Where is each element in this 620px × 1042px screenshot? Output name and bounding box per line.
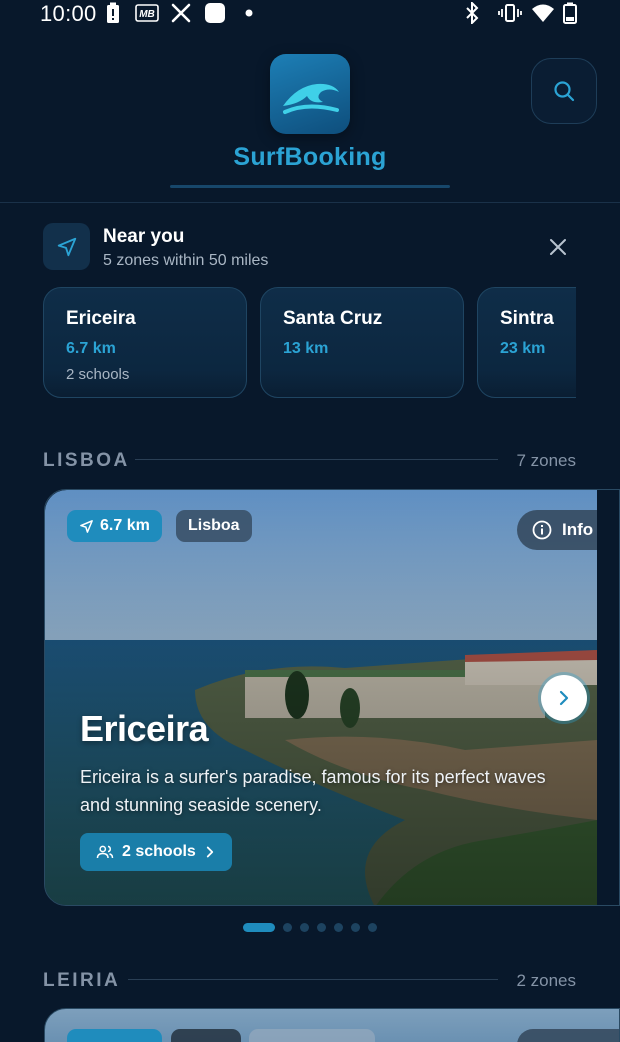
bluetooth-icon xyxy=(463,2,481,24)
zone-schools: 2 schools xyxy=(66,366,130,383)
section-zone-count: 2 zones xyxy=(516,971,576,990)
pagination-dot[interactable] xyxy=(300,922,309,932)
zone-name: Santa Cruz xyxy=(283,308,383,329)
info-label: Info xyxy=(562,520,594,539)
search-icon xyxy=(554,81,575,102)
info-button[interactable] xyxy=(517,1029,619,1042)
section-divider xyxy=(128,979,498,980)
location-arrow-icon xyxy=(43,223,90,270)
status-time: 10:00 xyxy=(40,1,97,26)
zone-distance: 6.7 km xyxy=(66,340,116,357)
zone-distance: 23 km xyxy=(500,340,546,357)
region-label: Lisboa xyxy=(188,517,240,534)
section-title-leiria: LEIRIA xyxy=(43,970,121,991)
nearby-zones-list[interactable]: Ericeira 6.7 km 2 schools Santa Cruz 13 … xyxy=(43,287,576,399)
pagination-dot[interactable] xyxy=(334,922,343,932)
zone-name: Ericeira xyxy=(66,308,136,329)
pagination-dot[interactable] xyxy=(368,922,377,932)
close-near-you-button[interactable] xyxy=(545,234,571,260)
pagination-dot[interactable] xyxy=(317,922,326,932)
zone-name: Sintra xyxy=(500,308,554,329)
app-logo xyxy=(270,54,350,134)
region-card-ericeira[interactable]: 6.7 km Lisboa Info Ericeira Ericeira is … xyxy=(44,489,620,906)
carousel-pagination xyxy=(243,922,377,932)
x-icon xyxy=(170,2,192,24)
distance-badge xyxy=(67,1029,162,1042)
tag-badge xyxy=(249,1029,375,1042)
pagination-dot[interactable] xyxy=(351,922,360,932)
near-you-title: Near you xyxy=(103,226,185,247)
close-icon xyxy=(550,239,566,255)
battery-icon xyxy=(562,2,578,24)
region-badge xyxy=(171,1029,241,1042)
zone-card-santa-cruz[interactable]: Santa Cruz 13 km xyxy=(260,287,464,398)
status-bar: 10:00 MB xyxy=(0,0,620,28)
wave-icon xyxy=(283,83,339,114)
pagination-dot-active[interactable] xyxy=(243,922,275,932)
vibrate-icon xyxy=(498,2,522,24)
title-underline xyxy=(170,185,450,188)
region-badge: Lisboa xyxy=(176,510,252,542)
schools-label: 2 schools xyxy=(122,843,196,860)
info-icon xyxy=(532,520,552,540)
users-icon xyxy=(96,845,114,859)
near-you-subtitle: 5 zones within 50 miles xyxy=(103,252,269,269)
svg-text:MB: MB xyxy=(139,9,155,20)
zone-card-ericeira[interactable]: Ericeira 6.7 km 2 schools xyxy=(43,287,247,398)
zone-distance: 13 km xyxy=(283,340,329,357)
distance-badge: 6.7 km xyxy=(67,510,162,542)
pagination-dot[interactable] xyxy=(283,922,292,932)
wifi-icon xyxy=(531,2,555,24)
region-title: Ericeira xyxy=(80,708,209,749)
battery-saver-icon xyxy=(104,2,122,24)
search-button[interactable] xyxy=(531,58,597,124)
section-zone-count: 7 zones xyxy=(516,451,576,470)
mb-icon: MB xyxy=(134,2,160,24)
section-title-lisboa: LISBOA xyxy=(43,450,130,471)
square-icon xyxy=(203,2,227,24)
info-button[interactable]: Info xyxy=(517,510,597,550)
dot-icon xyxy=(244,2,254,24)
section-divider xyxy=(135,459,498,460)
chevron-right-icon xyxy=(206,846,213,858)
location-arrow-icon xyxy=(80,519,93,533)
app-title: SurfBooking xyxy=(233,143,387,171)
next-image-button[interactable] xyxy=(541,675,587,721)
region-description: Ericeira is a surfer's paradise, famous … xyxy=(80,767,546,815)
schools-button[interactable]: 2 schools xyxy=(80,833,232,871)
region-card-leiria[interactable] xyxy=(44,1008,620,1042)
chevron-right-icon xyxy=(559,690,569,706)
header-divider xyxy=(0,202,620,203)
distance-label: 6.7 km xyxy=(100,517,150,534)
zone-card-sintra[interactable]: Sintra 23 km xyxy=(477,287,576,398)
